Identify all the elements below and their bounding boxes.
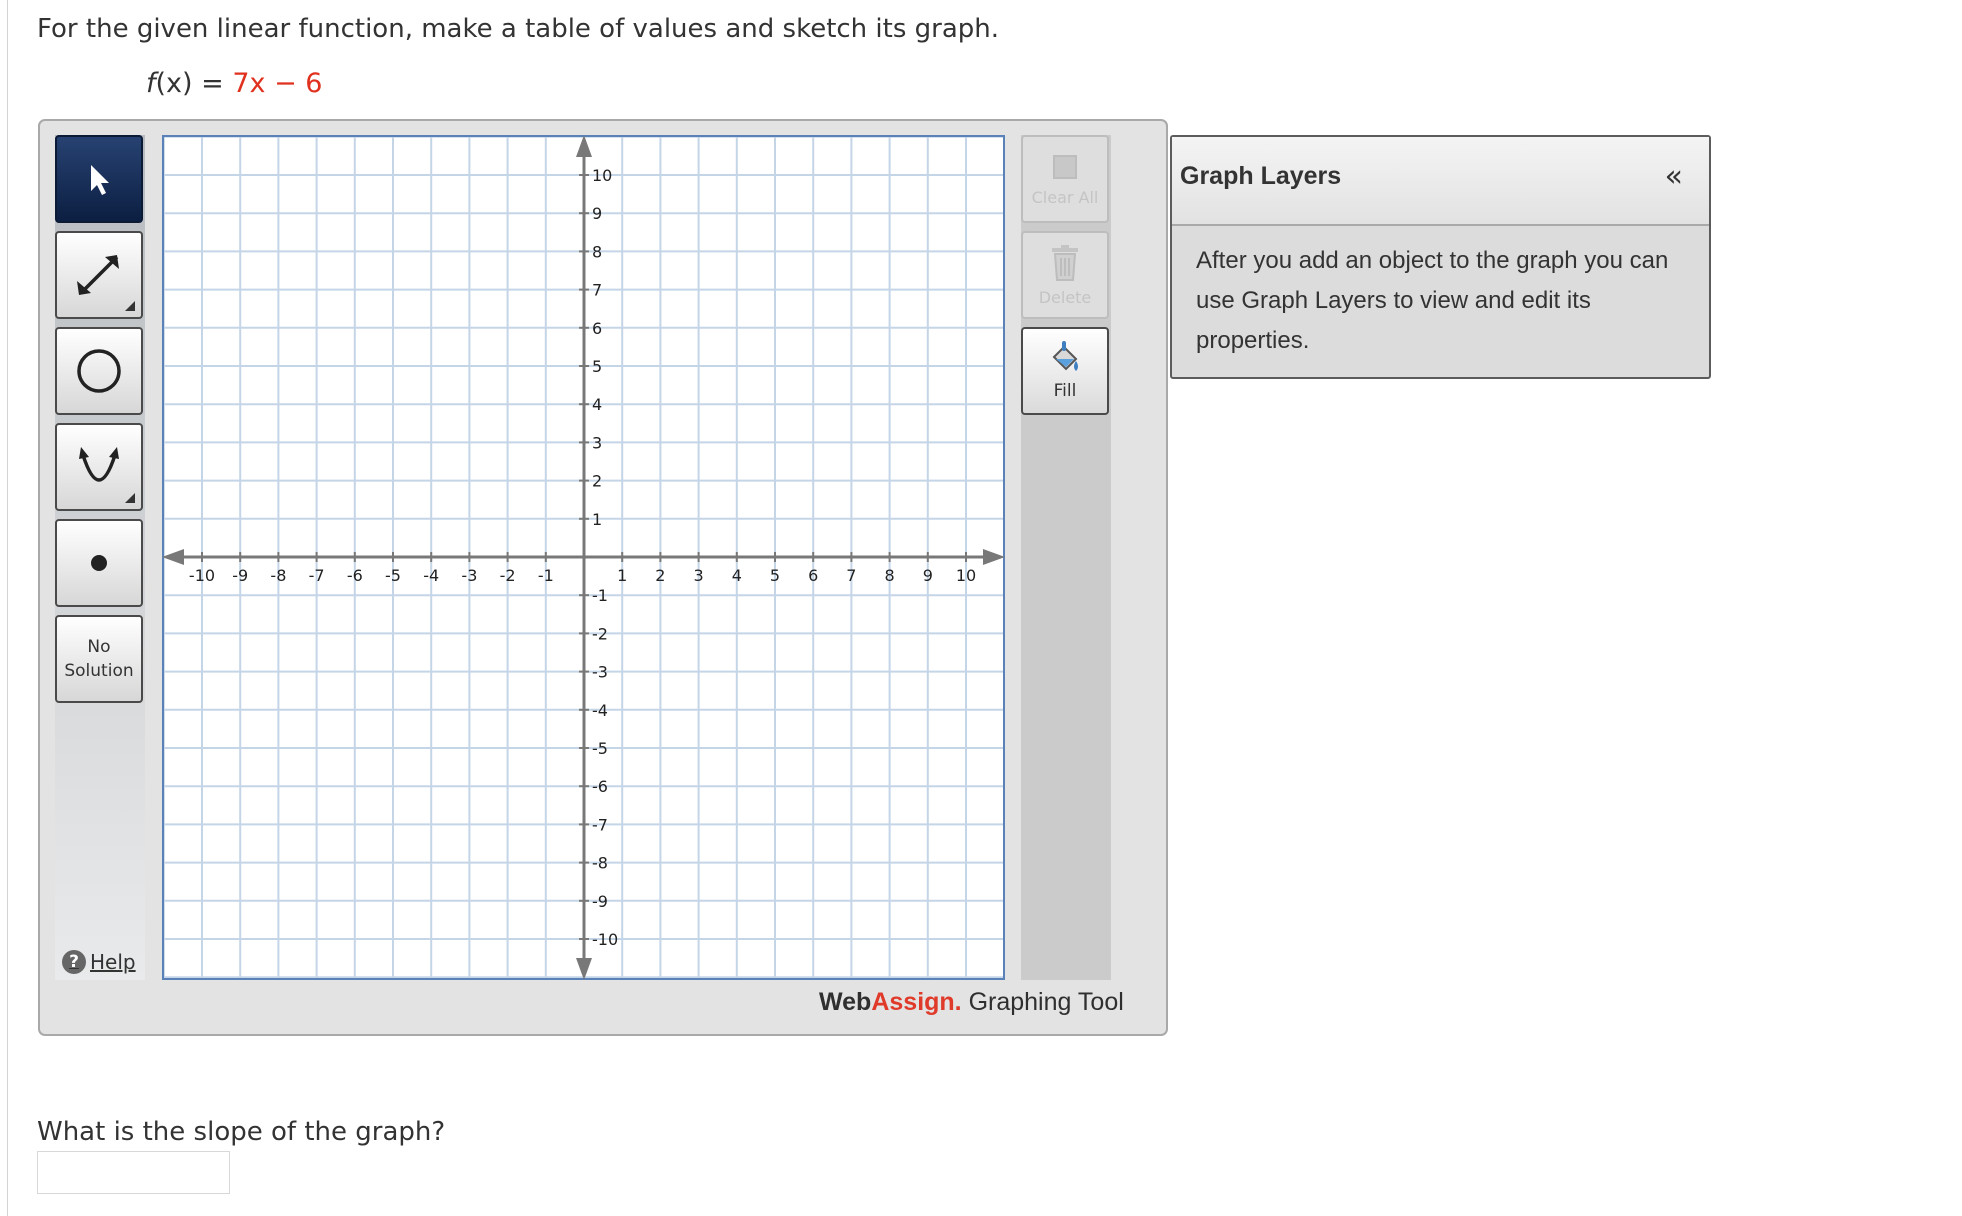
function-equation: f(x) = 7x − 6 <box>146 68 322 99</box>
x-tick-label: 8 <box>885 566 895 585</box>
graph-layers-header: Graph Layers « <box>1172 137 1709 226</box>
y-tick-label: 8 <box>592 242 602 261</box>
y-tick-label: 5 <box>592 357 602 376</box>
x-tick-label: 1 <box>617 566 627 585</box>
delete-label: Delete <box>1038 287 1092 307</box>
y-tick-label: -7 <box>592 815 608 834</box>
brand-assign: Assign. <box>871 988 962 1016</box>
x-tick-label: 4 <box>732 566 742 585</box>
trash-icon <box>1052 244 1078 281</box>
parabola-tool-button[interactable] <box>55 423 143 511</box>
function-name: f <box>146 68 156 99</box>
y-tick-label: 9 <box>592 204 602 223</box>
x-tick-label: 5 <box>770 566 780 585</box>
x-tick-label: -7 <box>309 566 325 585</box>
delete-button[interactable]: Delete <box>1021 231 1109 319</box>
submenu-indicator-icon <box>125 493 135 503</box>
collapse-panel-button[interactable]: « <box>1665 159 1683 194</box>
x-tick-label: -5 <box>385 566 401 585</box>
y-tick-label: -6 <box>592 777 608 796</box>
coordinate-grid[interactable]: -10 -9 -8 -7 -6 -5 -4 -3 -2 -1 1 2 3 4 5 6 7 8 9 10 10 9 8 7 6 5 4… <box>162 135 1006 980</box>
graph-layers-panel: Graph Layers « After you add an object t… <box>1170 135 1711 379</box>
webassign-branding: WebAssign. Graphing Tool <box>819 988 1124 1017</box>
no-solution-label: No Solution <box>64 637 134 681</box>
line-segment-icon <box>77 255 119 295</box>
y-tick-label: -9 <box>592 892 608 911</box>
help-question-icon: ? <box>62 950 86 974</box>
no-solution-button[interactable]: No Solution <box>55 615 143 703</box>
x-tick-label: -4 <box>423 566 439 585</box>
x-tick-label: 6 <box>808 566 818 585</box>
graph-canvas[interactable]: -10 -9 -8 -7 -6 -5 -4 -3 -2 -1 1 2 3 4 5 6 7 8 9 10 10 9 8 7 6 5 4… <box>162 135 1006 980</box>
y-tick-label: -5 <box>592 739 608 758</box>
y-tick-label: 2 <box>592 472 602 491</box>
slope-question: What is the slope of the graph? <box>37 1117 446 1147</box>
y-tick-label: -4 <box>592 701 608 720</box>
y-tick-label: -1 <box>592 586 608 605</box>
y-tick-label: -10 <box>592 930 618 949</box>
y-tick-label: 6 <box>592 319 602 338</box>
clear-all-label: Clear All <box>1031 187 1099 207</box>
y-tick-label: 7 <box>592 281 602 300</box>
x-tick-label: 10 <box>956 566 976 585</box>
y-tick-label: 3 <box>592 433 602 452</box>
fill-label: Fill <box>1053 381 1077 401</box>
pointer-tool-button[interactable] <box>55 135 143 223</box>
x-tick-label: 9 <box>923 566 933 585</box>
y-tick-label: 10 <box>592 166 612 185</box>
point-dot-icon <box>91 555 107 571</box>
clear-all-icon <box>1053 154 1077 179</box>
function-argument: (x) = <box>155 68 233 99</box>
y-tick-label: -8 <box>592 854 608 873</box>
y-tick-label: 1 <box>592 510 602 529</box>
y-tick-label: 4 <box>592 395 602 414</box>
x-tick-label: -2 <box>500 566 516 585</box>
line-tool-button[interactable] <box>55 231 143 319</box>
brand-graphing-tool: Graphing Tool <box>961 988 1124 1016</box>
fill-button[interactable]: Fill <box>1021 327 1109 415</box>
circle-icon <box>77 349 121 393</box>
page-left-border <box>7 0 8 1216</box>
arrow-pointer-icon <box>91 165 109 195</box>
problem-prompt: For the given linear function, make a ta… <box>37 14 1000 44</box>
graph-layers-description: After you add an object to the graph you… <box>1196 247 1669 354</box>
y-tick-label: -3 <box>592 663 608 682</box>
y-tick-label: -2 <box>592 624 608 643</box>
circle-tool-button[interactable] <box>55 327 143 415</box>
x-tick-label: -8 <box>270 566 286 585</box>
point-tool-button[interactable] <box>55 519 143 607</box>
x-tick-label: -3 <box>461 566 477 585</box>
x-tick-label: 7 <box>846 566 856 585</box>
slope-answer-input[interactable] <box>37 1151 230 1194</box>
help-label: Help <box>90 950 136 974</box>
graph-layers-title: Graph Layers <box>1180 162 1342 190</box>
submenu-indicator-icon <box>125 301 135 311</box>
help-link[interactable]: ? Help <box>62 950 136 974</box>
paint-bucket-icon <box>1052 341 1078 371</box>
x-tick-label: 3 <box>694 566 704 585</box>
brand-web: Web <box>819 988 872 1016</box>
x-tick-label: -1 <box>538 566 554 585</box>
x-tick-label: -10 <box>189 566 215 585</box>
x-tick-label: -6 <box>347 566 363 585</box>
clear-all-button[interactable]: Clear All <box>1021 135 1109 223</box>
x-tick-label: 2 <box>655 566 665 585</box>
x-tick-label: -9 <box>232 566 248 585</box>
parabola-icon <box>79 447 119 482</box>
function-expression: 7x − 6 <box>232 68 323 99</box>
